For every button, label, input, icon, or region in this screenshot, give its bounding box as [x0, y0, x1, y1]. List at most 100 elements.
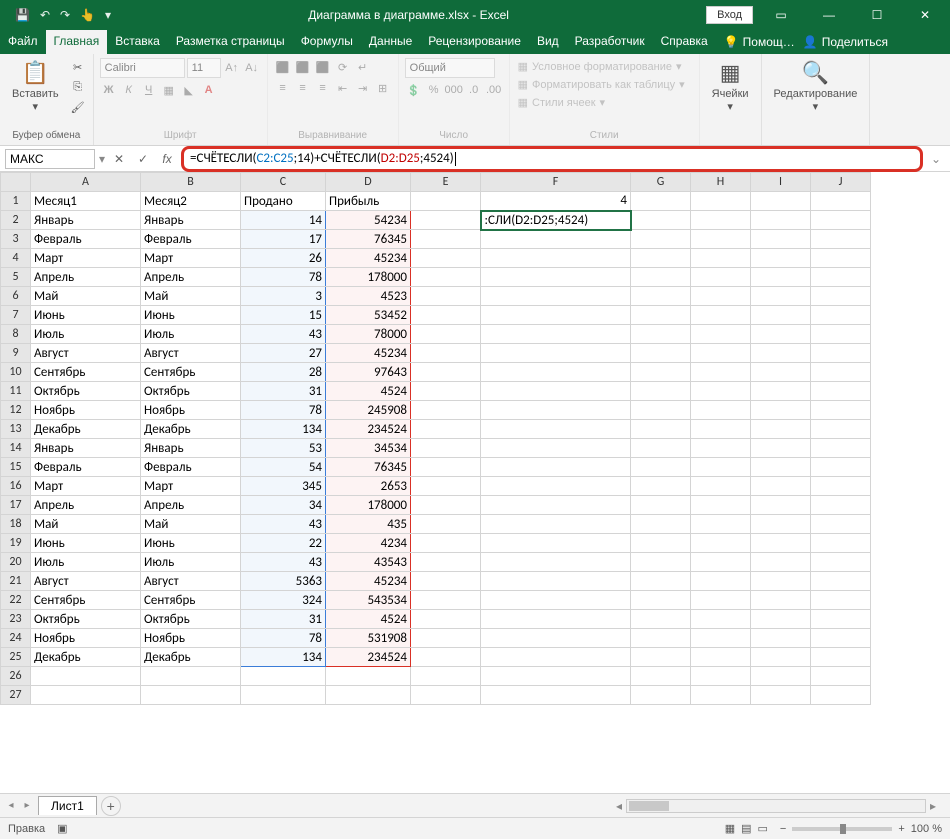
cell-h9[interactable] [691, 344, 751, 363]
editing-button[interactable]: 🔍 Редактирование ▾ [768, 58, 864, 115]
cell-b12[interactable]: Ноябрь [141, 401, 241, 420]
cell-b13[interactable]: Декабрь [141, 420, 241, 439]
row-header-11[interactable]: 11 [1, 382, 31, 401]
cell-f4[interactable] [481, 249, 631, 268]
cell-g11[interactable] [631, 382, 691, 401]
cell-i26[interactable] [751, 667, 811, 686]
cell-e15[interactable] [411, 458, 481, 477]
row-header-6[interactable]: 6 [1, 287, 31, 306]
zoom-control[interactable]: − + 100 % [780, 823, 942, 835]
decrease-font-icon[interactable]: A↓ [243, 59, 261, 77]
bold-icon[interactable]: Ж [100, 81, 118, 99]
row-header-27[interactable]: 27 [1, 686, 31, 705]
cell-g26[interactable] [631, 667, 691, 686]
cell-a24[interactable]: Ноябрь [31, 629, 141, 648]
cell-e8[interactable] [411, 325, 481, 344]
cell-j3[interactable] [811, 230, 871, 249]
cell-i3[interactable] [751, 230, 811, 249]
formula-input[interactable]: =СЧЁТЕСЛИ(C2:C25;14)+СЧЁТЕСЛИ(D2:D25;452… [181, 146, 923, 172]
cells-button[interactable]: ▦ Ячейки ▾ [706, 58, 755, 115]
cell-h15[interactable] [691, 458, 751, 477]
cell-c4[interactable]: 26 [241, 249, 326, 268]
cell-b24[interactable]: Ноябрь [141, 629, 241, 648]
row-header-24[interactable]: 24 [1, 629, 31, 648]
cell-g15[interactable] [631, 458, 691, 477]
cell-i18[interactable] [751, 515, 811, 534]
cell-c23[interactable]: 31 [241, 610, 326, 629]
cell-e17[interactable] [411, 496, 481, 515]
cell-c27[interactable] [241, 686, 326, 705]
cell-d15[interactable]: 76345 [326, 458, 411, 477]
cell-f13[interactable] [481, 420, 631, 439]
enter-formula-icon[interactable]: ✓ [133, 152, 153, 166]
cell-a4[interactable]: Март [31, 249, 141, 268]
cell-g10[interactable] [631, 363, 691, 382]
cell-j18[interactable] [811, 515, 871, 534]
row-header-10[interactable]: 10 [1, 363, 31, 382]
cell-c24[interactable]: 78 [241, 629, 326, 648]
tab-home[interactable]: Главная [46, 30, 108, 54]
cell-c18[interactable]: 43 [241, 515, 326, 534]
cell-b25[interactable]: Декабрь [141, 648, 241, 667]
cell-h22[interactable] [691, 591, 751, 610]
cell-j6[interactable] [811, 287, 871, 306]
cell-b8[interactable]: Июль [141, 325, 241, 344]
cell-g16[interactable] [631, 477, 691, 496]
tab-help[interactable]: Справка [653, 30, 716, 54]
tab-insert[interactable]: Вставка [107, 30, 168, 54]
cell-i19[interactable] [751, 534, 811, 553]
cell-e27[interactable] [411, 686, 481, 705]
cell-b14[interactable]: Январь [141, 439, 241, 458]
cell-i27[interactable] [751, 686, 811, 705]
cell-i11[interactable] [751, 382, 811, 401]
tell-me[interactable]: 💡Помощ… [724, 30, 795, 54]
cell-b4[interactable]: Март [141, 249, 241, 268]
cell-i8[interactable] [751, 325, 811, 344]
cell-j11[interactable] [811, 382, 871, 401]
cell-h1[interactable] [691, 192, 751, 211]
cell-a10[interactable]: Сентябрь [31, 363, 141, 382]
cell-e24[interactable] [411, 629, 481, 648]
col-header-f[interactable]: F [481, 173, 631, 192]
cell-a7[interactable]: Июнь [31, 306, 141, 325]
align-center-icon[interactable]: ≡ [294, 79, 312, 97]
cell-e26[interactable] [411, 667, 481, 686]
cell-j23[interactable] [811, 610, 871, 629]
cell-d27[interactable] [326, 686, 411, 705]
cell-g23[interactable] [631, 610, 691, 629]
cell-i25[interactable] [751, 648, 811, 667]
col-header-c[interactable]: C [241, 173, 326, 192]
row-header-12[interactable]: 12 [1, 401, 31, 420]
ribbon-display-icon[interactable]: ▭ [761, 0, 801, 30]
cell-c26[interactable] [241, 667, 326, 686]
zoom-value[interactable]: 100 % [911, 823, 942, 835]
cell-c6[interactable]: 3 [241, 287, 326, 306]
cell-i4[interactable] [751, 249, 811, 268]
cell-b20[interactable]: Июль [141, 553, 241, 572]
cell-e9[interactable] [411, 344, 481, 363]
percent-icon[interactable]: % [425, 81, 443, 99]
col-header-a[interactable]: A [31, 173, 141, 192]
cell-i17[interactable] [751, 496, 811, 515]
close-button[interactable]: ✕ [905, 0, 945, 30]
row-header-19[interactable]: 19 [1, 534, 31, 553]
cut-icon[interactable]: ✂ [69, 58, 87, 76]
cell-j12[interactable] [811, 401, 871, 420]
cell-e5[interactable] [411, 268, 481, 287]
zoom-out-icon[interactable]: − [780, 823, 786, 835]
row-header-20[interactable]: 20 [1, 553, 31, 572]
cell-g4[interactable] [631, 249, 691, 268]
cell-i12[interactable] [751, 401, 811, 420]
cell-a15[interactable]: Февраль [31, 458, 141, 477]
namebox-dropdown-icon[interactable]: ▾ [99, 152, 105, 166]
cell-e2[interactable] [411, 211, 481, 230]
tab-page-layout[interactable]: Разметка страницы [168, 30, 293, 54]
zoom-slider[interactable] [792, 827, 892, 831]
col-header-e[interactable]: E [411, 173, 481, 192]
cell-a21[interactable]: Август [31, 572, 141, 591]
cell-h12[interactable] [691, 401, 751, 420]
row-header-3[interactable]: 3 [1, 230, 31, 249]
cell-f5[interactable] [481, 268, 631, 287]
fill-color-icon[interactable]: ◣ [180, 81, 198, 99]
cell-f6[interactable] [481, 287, 631, 306]
